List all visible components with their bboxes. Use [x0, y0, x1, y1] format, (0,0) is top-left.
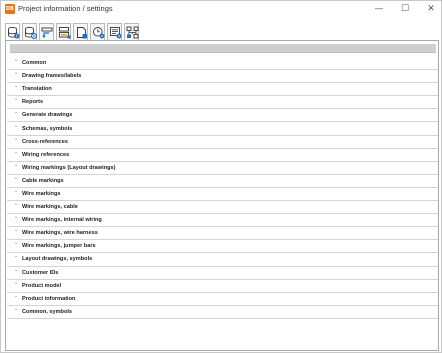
section-header[interactable]: ˅ Common, symbols — [7, 306, 438, 319]
section-header[interactable]: ˅ Product information — [7, 293, 438, 306]
chevron-down-icon: ˅ — [14, 282, 18, 289]
chevron-down-icon: ˅ — [14, 86, 18, 93]
database-info-icon — [8, 26, 20, 39]
chevron-down-icon: ˅ — [14, 204, 18, 211]
tab-database-settings[interactable] — [22, 23, 37, 40]
section-label: Product model — [22, 282, 62, 289]
chevron-down-icon: ˅ — [14, 73, 18, 80]
chevron-down-icon: ˅ — [14, 230, 18, 237]
section-label: Wire markings — [22, 190, 61, 197]
chevron-down-icon: ˅ — [14, 177, 18, 184]
section-header[interactable]: ˅ Customer IDs — [7, 267, 438, 280]
section-header[interactable]: ˅ Common — [7, 57, 438, 71]
section-label: Wire markings, wire harness — [22, 230, 98, 237]
section-header[interactable]: ˅ Wiring markings (Layout drawings) — [7, 162, 438, 175]
section-label: Wiring references — [22, 151, 70, 158]
section-list: ˅ Common ˅ Drawing frames/labels ˅ Translatio… — [7, 57, 438, 319]
minimize-button[interactable]: — — [368, 1, 390, 18]
section-header[interactable]: ˅ Wire markings, wire harness — [7, 227, 438, 241]
maximize-button[interactable]: ☐ — [394, 1, 416, 18]
app-logo-icon: DB — [5, 4, 15, 14]
section-header[interactable]: ˅ Generate drawings — [7, 109, 438, 123]
section-label: Translation — [22, 86, 52, 93]
section-label: Wire markings, cable — [22, 204, 78, 211]
section-header[interactable]: ˅ Wire markings, cable — [7, 201, 438, 215]
section-header[interactable]: ˅ Wire markings — [7, 188, 438, 202]
section-label: Drawing frames/labels — [22, 73, 82, 80]
chevron-down-icon: ˅ — [14, 256, 18, 263]
section-header[interactable]: ˅ Wire markings, jumper bars — [7, 240, 438, 254]
clock-settings-icon — [93, 27, 105, 39]
tab-document[interactable] — [73, 23, 88, 40]
chevron-down-icon: ˅ — [14, 308, 18, 315]
tab-list-settings[interactable] — [107, 23, 122, 40]
tab-reports[interactable] — [56, 23, 71, 40]
section-header[interactable]: ˅ Reports — [7, 96, 438, 110]
translate-icon — [41, 27, 53, 39]
section-label: Reports — [22, 99, 44, 106]
tab-database-info[interactable] — [5, 23, 20, 40]
section-label: Wire markings, internal wiring — [22, 217, 102, 224]
section-label: Product information — [22, 295, 76, 302]
section-header[interactable]: ˅ Layout drawings, symbols — [7, 253, 438, 267]
chevron-down-icon: ˅ — [14, 99, 18, 106]
section-label: Cross-references — [22, 138, 69, 145]
close-button[interactable]: ✕ — [420, 1, 442, 18]
chevron-down-icon: ˅ — [14, 269, 18, 276]
section-header[interactable]: ˅ Cross-references — [7, 136, 438, 149]
settings-toolbar — [5, 23, 141, 40]
section-label: Wire markings, jumper bars — [22, 243, 96, 250]
section-label: Layout drawings, symbols — [22, 256, 93, 263]
chevron-down-icon: ˅ — [14, 125, 18, 132]
section-label: Generate drawings — [22, 112, 73, 119]
panel-header-bar — [10, 44, 436, 53]
section-header[interactable]: ˅ Wiring references — [7, 149, 438, 162]
document-icon — [77, 27, 87, 39]
title-bar[interactable]: DB Project information / settings — ☐ ✕ — [1, 1, 441, 18]
chevron-down-icon: ˅ — [14, 60, 18, 67]
chevron-down-icon: ˅ — [14, 190, 18, 197]
section-label: Schemas, symbols — [22, 125, 73, 132]
tab-tree-structure[interactable] — [124, 23, 139, 40]
project-settings-window: DB Project information / settings — ☐ ✕ — [0, 0, 442, 353]
settings-panel: ˅ Common ˅ Drawing frames/labels ˅ Translatio… — [5, 40, 439, 351]
section-label: Common — [22, 60, 47, 67]
window-title: Project information / settings — [18, 4, 113, 13]
chevron-down-icon: ˅ — [14, 217, 18, 224]
tree-structure-icon — [126, 26, 139, 39]
section-label: Customer IDs — [22, 269, 59, 276]
section-header[interactable]: ˅ Translation — [7, 83, 438, 97]
chevron-down-icon: ˅ — [14, 243, 18, 250]
chevron-down-icon: ˅ — [14, 112, 18, 119]
section-header[interactable]: ˅ Wire markings, internal wiring — [7, 214, 438, 228]
section-header[interactable]: ˅ Product model — [7, 280, 438, 293]
section-header[interactable]: ˅ Schemas, symbols — [7, 122, 438, 136]
chevron-down-icon: ˅ — [14, 295, 18, 302]
section-label: Cable markings — [22, 177, 64, 184]
chevron-down-icon: ˅ — [14, 151, 18, 158]
tab-translation[interactable] — [39, 23, 54, 40]
chevron-down-icon: ˅ — [14, 138, 18, 145]
section-header[interactable]: ˅ Drawing frames/labels — [7, 70, 438, 84]
reports-icon — [59, 27, 71, 39]
database-settings-icon — [25, 26, 37, 39]
section-label: Common, symbols — [22, 308, 73, 315]
chevron-down-icon: ˅ — [14, 164, 18, 171]
list-settings-icon — [110, 27, 122, 39]
tab-clock-settings[interactable] — [90, 23, 105, 40]
section-header[interactable]: ˅ Cable markings — [7, 175, 438, 188]
section-label: Wiring markings (Layout drawings) — [22, 164, 116, 171]
